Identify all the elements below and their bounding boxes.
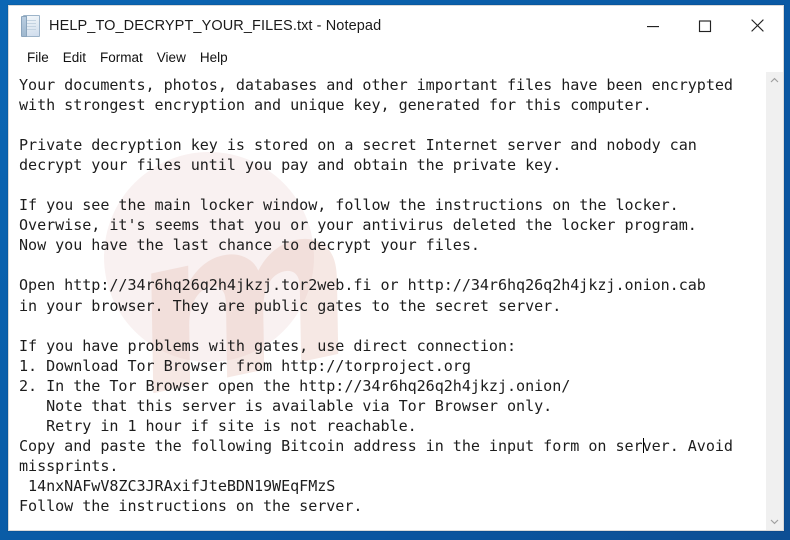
scroll-down-arrow[interactable]: [766, 513, 783, 530]
menu-item-help[interactable]: Help: [193, 48, 235, 68]
title-bar-left: HELP_TO_DECRYPT_YOUR_FILES.txt - Notepad: [9, 15, 627, 37]
window-controls: [627, 6, 783, 45]
scroll-up-arrow[interactable]: [766, 72, 783, 89]
menu-item-format[interactable]: Format: [93, 48, 150, 68]
vertical-scrollbar[interactable]: [765, 72, 783, 530]
window-title: HELP_TO_DECRYPT_YOUR_FILES.txt - Notepad: [49, 17, 382, 34]
notepad-window: HELP_TO_DECRYPT_YOUR_FILES.txt - Notepad: [8, 5, 784, 531]
text-caret: [642, 437, 644, 453]
notepad-icon: [21, 15, 40, 37]
text-editor[interactable]: m Your documents, photos, databases and …: [9, 72, 765, 530]
ransom-note-text: Your documents, photos, databases and ot…: [19, 75, 765, 516]
title-bar[interactable]: HELP_TO_DECRYPT_YOUR_FILES.txt - Notepad: [9, 6, 783, 45]
scrollbar-track[interactable]: [766, 89, 783, 513]
close-button[interactable]: [731, 6, 783, 45]
minimize-button[interactable]: [627, 6, 679, 45]
maximize-button[interactable]: [679, 6, 731, 45]
editor-region: m Your documents, photos, databases and …: [9, 71, 783, 530]
desktop-background: HELP_TO_DECRYPT_YOUR_FILES.txt - Notepad: [0, 0, 790, 540]
note-text-before-caret: Your documents, photos, databases and ot…: [19, 76, 733, 455]
menu-item-file[interactable]: File: [20, 48, 56, 68]
menu-item-view[interactable]: View: [150, 48, 193, 68]
menu-bar: File Edit Format View Help: [9, 45, 783, 71]
menu-item-edit[interactable]: Edit: [56, 48, 93, 68]
